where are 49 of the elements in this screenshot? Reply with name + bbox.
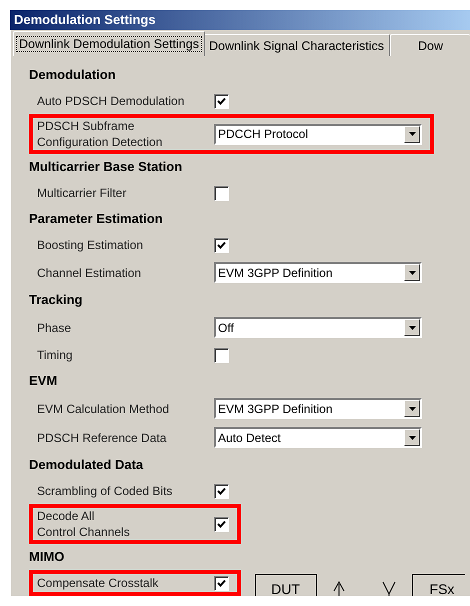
check-icon bbox=[217, 520, 226, 528]
setting-label: Decode All Control Channels bbox=[37, 508, 131, 540]
checkbox[interactable] bbox=[214, 576, 229, 590]
setting-label: Boosting Estimation bbox=[37, 237, 144, 253]
caret-icon bbox=[408, 406, 416, 410]
section-heading: Demodulated Data bbox=[29, 456, 144, 474]
setting-label: Multicarrier Filter bbox=[37, 185, 128, 201]
antenna-icon bbox=[382, 582, 396, 596]
check-icon bbox=[217, 578, 226, 588]
setting-label: Timing bbox=[37, 347, 74, 363]
dropdown[interactable]: EVM 3GPP Definition bbox=[214, 262, 422, 283]
setting-label: PDSCH Subframe Configuration Detection bbox=[37, 118, 164, 150]
caret-icon bbox=[408, 132, 416, 136]
caret-icon bbox=[408, 326, 416, 330]
dropdown[interactable]: Auto Detect bbox=[214, 427, 422, 448]
check-icon bbox=[217, 240, 226, 250]
dropdown[interactable]: EVM 3GPP Definition bbox=[214, 398, 422, 419]
dropdown[interactable]: PDCCH Protocol bbox=[214, 124, 422, 144]
dropdown[interactable]: Off bbox=[214, 317, 422, 338]
setting-label: Channel Estimation bbox=[37, 264, 142, 280]
section-heading: Tracking bbox=[29, 291, 82, 309]
window-title: Demodulation Settings bbox=[10, 10, 470, 30]
checkbox[interactable] bbox=[214, 348, 229, 362]
checkbox[interactable] bbox=[214, 186, 229, 200]
setting-label: Scrambling of Coded Bits bbox=[37, 483, 174, 499]
checkbox[interactable] bbox=[214, 484, 229, 498]
check-icon bbox=[217, 96, 226, 106]
device-block: DUT bbox=[255, 574, 317, 596]
section-heading: Multicarrier Base Station bbox=[29, 158, 182, 176]
setting-label: EVM Calculation Method bbox=[37, 400, 170, 416]
check-icon bbox=[217, 486, 226, 496]
section-heading: MIMO bbox=[29, 548, 64, 566]
section-heading: Parameter Estimation bbox=[29, 210, 163, 228]
checkbox[interactable] bbox=[214, 516, 229, 532]
setting-label: Auto PDSCH Demodulation bbox=[37, 93, 186, 109]
tab[interactable]: Downlink Demodulation Settings bbox=[13, 31, 205, 56]
antenna-icon bbox=[334, 580, 344, 596]
setting-label: PDSCH Reference Data bbox=[37, 430, 168, 446]
setting-label: Compensate Crosstalk bbox=[37, 575, 160, 591]
caret-icon bbox=[408, 436, 416, 440]
setting-label: Phase bbox=[37, 320, 72, 336]
checkbox[interactable] bbox=[214, 94, 229, 108]
tab[interactable]: Dow bbox=[390, 34, 470, 56]
checkbox[interactable] bbox=[214, 238, 229, 252]
device-block: FSx bbox=[412, 574, 465, 596]
tab[interactable]: Downlink Signal Characteristics bbox=[202, 34, 390, 56]
caret-icon bbox=[408, 270, 416, 274]
section-heading: Demodulation bbox=[29, 66, 116, 84]
section-heading: EVM bbox=[29, 372, 58, 390]
